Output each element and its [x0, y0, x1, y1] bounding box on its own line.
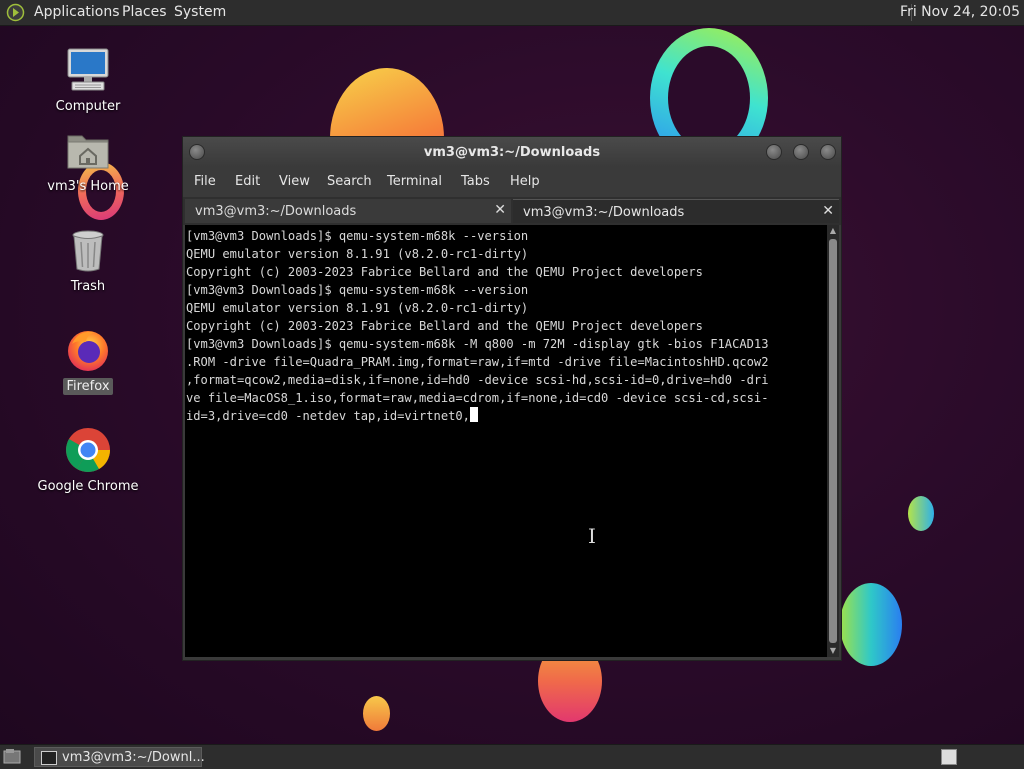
terminal-icon: [41, 751, 57, 765]
wallpaper-bubble: [363, 696, 390, 731]
desktop-icon-label: vm3's Home: [47, 179, 129, 194]
terminal-line: Copyright (c) 2003-2023 Fabrice Bellard …: [186, 265, 703, 279]
bottom-panel: vm3@vm3:~/Downl...: [0, 744, 1024, 769]
home-folder-icon: [67, 135, 109, 169]
show-desktop-icon[interactable]: [3, 748, 21, 764]
scroll-up-arrow-icon[interactable]: ▲: [827, 225, 839, 237]
menu-search[interactable]: Search: [327, 174, 372, 189]
tab-bar: vm3@vm3:~/Downloads ✕ vm3@vm3:~/Download…: [183, 197, 841, 225]
menu-file[interactable]: File: [194, 174, 216, 189]
scrollbar-thumb[interactable]: [829, 239, 837, 643]
menu-view[interactable]: View: [279, 174, 310, 189]
computer-icon: [67, 48, 109, 91]
tab-label: vm3@vm3:~/Downloads: [195, 204, 357, 219]
window-title: vm3@vm3:~/Downloads: [423, 145, 601, 160]
desktop-icon-home[interactable]: vm3's Home: [33, 126, 143, 195]
minimize-button[interactable]: [766, 144, 782, 160]
taskbar-window-label: vm3@vm3:~/Downl...: [62, 750, 205, 765]
terminal-line: [vm3@vm3 Downloads]$ qemu-system-m68k -M…: [186, 337, 769, 351]
tab-2[interactable]: vm3@vm3:~/Downloads ✕: [513, 199, 839, 223]
menu-tabs[interactable]: Tabs: [461, 174, 490, 189]
desktop-icon-firefox[interactable]: Firefox: [33, 326, 143, 395]
desktop-icon-label: Computer: [55, 99, 121, 114]
menu-terminal[interactable]: Terminal: [387, 174, 442, 189]
terminal-line: .ROM -drive file=Quadra_PRAM.img,format=…: [186, 355, 769, 369]
top-panel: Applications Places System Fri Nov 24, 2…: [0, 0, 1024, 26]
clock[interactable]: Fri Nov 24, 20:05: [900, 4, 1020, 20]
trash-icon: [72, 230, 104, 272]
menu-applications[interactable]: Applications: [34, 4, 120, 20]
terminal-line: ve file=MacOS8_1.iso,format=raw,media=cd…: [186, 391, 769, 405]
wallpaper-bubble: [840, 583, 902, 666]
menu-help[interactable]: Help: [510, 174, 540, 189]
terminal-line: ,format=qcow2,media=disk,if=none,id=hd0 …: [186, 373, 769, 387]
menubar: File Edit View Search Terminal Tabs Help: [183, 167, 841, 197]
desktop-icon-label: Firefox: [63, 378, 113, 395]
terminal-line: QEMU emulator version 8.1.91 (v8.2.0-rc1…: [186, 247, 529, 261]
menu-places[interactable]: Places: [122, 4, 167, 20]
tab-1[interactable]: vm3@vm3:~/Downloads ✕: [185, 199, 511, 223]
mouse-ibeam-cursor-icon: I: [588, 524, 596, 548]
tab-close-icon[interactable]: ✕: [822, 203, 834, 219]
terminal-input-line: id=3,drive=cd0 -netdev tap,id=virtnet0,: [186, 409, 470, 423]
desktop-icon-trash[interactable]: Trash: [33, 226, 143, 295]
close-button[interactable]: [820, 144, 836, 160]
terminal-line: [vm3@vm3 Downloads]$ qemu-system-m68k --…: [186, 283, 529, 297]
tab-close-icon[interactable]: ✕: [494, 202, 506, 218]
desktop-icon-computer[interactable]: Computer: [33, 46, 143, 115]
desktop-icon-chrome[interactable]: Google Chrome: [33, 426, 143, 495]
terminal-line: [vm3@vm3 Downloads]$ qemu-system-m68k --…: [186, 229, 529, 243]
tab-label: vm3@vm3:~/Downloads: [523, 205, 685, 220]
terminal-window: vm3@vm3:~/Downloads File Edit View Searc…: [182, 136, 842, 661]
text-cursor: [469, 407, 478, 422]
chrome-icon: [66, 428, 110, 472]
terminal-output[interactable]: [vm3@vm3 Downloads]$ qemu-system-m68k --…: [185, 225, 827, 657]
wallpaper-bubble: [908, 496, 934, 531]
desktop-icon-label: Trash: [70, 279, 106, 294]
taskbar-window-button[interactable]: vm3@vm3:~/Downl...: [34, 747, 205, 767]
desktop-icon-label: Google Chrome: [37, 479, 139, 494]
maximize-button[interactable]: [793, 144, 809, 160]
terminal-line: Copyright (c) 2003-2023 Fabrice Bellard …: [186, 319, 703, 333]
workspace-switcher[interactable]: [941, 749, 957, 765]
firefox-icon: [68, 331, 108, 371]
menu-edit[interactable]: Edit: [235, 174, 260, 189]
terminal-line: QEMU emulator version 8.1.91 (v8.2.0-rc1…: [186, 301, 529, 315]
window-titlebar[interactable]: vm3@vm3:~/Downloads: [183, 137, 841, 167]
terminal-scrollbar[interactable]: ▲ ▼: [827, 225, 839, 657]
menu-system[interactable]: System: [174, 4, 226, 20]
applications-logo-icon[interactable]: [6, 3, 25, 22]
scroll-down-arrow-icon[interactable]: ▼: [827, 645, 839, 657]
